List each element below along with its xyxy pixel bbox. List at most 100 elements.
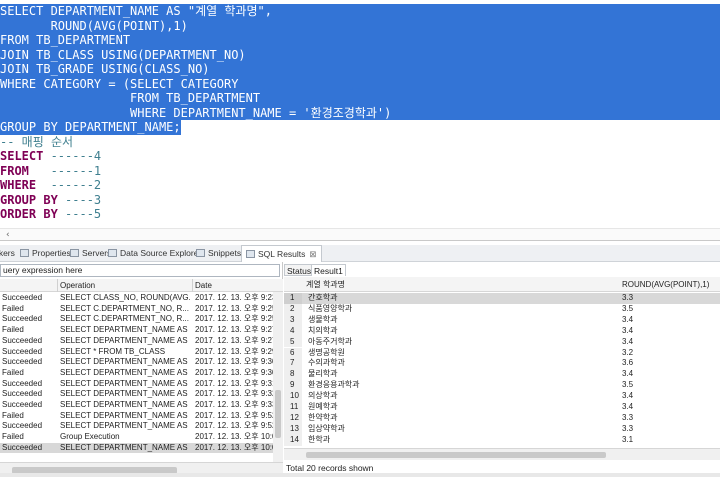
history-row[interactable]: Succeeded SELECT C.DEPARTMENT_NO, R... 201…	[0, 314, 283, 325]
close-icon[interactable]: ⊠	[309, 249, 316, 259]
history-row[interactable]: Failed SELECT DEPARTMENT_NAME AS "계... 201…	[0, 368, 283, 379]
history-status: Failed	[2, 410, 24, 420]
code-line[interactable]: JOIN TB_CLASS USING(DEPARTMENT_NO)	[0, 47, 720, 62]
history-row[interactable]: Failed SELECT C.DEPARTMENT_NO, R... 2017. …	[0, 304, 283, 315]
tab-sql-results[interactable]: SQL Results ⊠	[241, 245, 322, 262]
result-row[interactable]: 3 생물학과 3.4	[284, 314, 720, 326]
result-department-name: 원예학과	[308, 402, 338, 411]
history-row[interactable]: Succeeded SELECT CLASS_NO, ROUND(AVG... 20…	[0, 293, 283, 304]
history-date: 2017. 12. 13. 오후 9:33:	[195, 400, 273, 409]
sql-keyword: ORDER BY	[0, 207, 58, 221]
result-row[interactable]: 7 수의과학과 3.6	[284, 358, 720, 370]
history-row[interactable]: Succeeded SELECT DEPARTMENT_NAME AS "계...…	[0, 336, 283, 347]
result-avg-point: 3.4	[622, 314, 634, 324]
query-filter-input[interactable]: uery expression here	[0, 264, 280, 277]
editor-horizontal-scrollbar[interactable]: ‹	[0, 228, 720, 240]
history-row[interactable]: Succeeded SELECT DEPARTMENT_NAME AS "계...…	[0, 400, 283, 411]
code-line[interactable]: WHERE ------2	[0, 178, 101, 193]
result-avg-point: 3.5	[622, 380, 634, 390]
code-comment[interactable]: -- 매핑 순서	[0, 135, 73, 150]
row-number: 13	[284, 423, 302, 435]
result-row[interactable]: 10 의상학과 3.4	[284, 391, 720, 402]
tab-servers[interactable]: Servers	[70, 245, 111, 262]
tab-data-source-explorer[interactable]: Data Source Explorer	[108, 245, 201, 262]
result-avg-point: 3.2	[622, 347, 634, 357]
result-department-name: 한학과	[308, 434, 331, 444]
code-line[interactable]: GROUP BY ----3	[0, 193, 101, 208]
history-status: Succeeded	[2, 378, 43, 388]
result-row[interactable]: 13 임상약학과 3.3	[284, 423, 720, 435]
result-avg-point: 3.5	[622, 303, 634, 313]
code-line[interactable]: WHERE CATEGORY = (SELECT CATEGORY	[0, 76, 720, 91]
history-row[interactable]: Failed SELECT DEPARTMENT_NAME AS "계... 201…	[0, 325, 283, 336]
history-status: Succeeded	[2, 400, 43, 409]
history-status: Failed	[2, 325, 24, 335]
code-line[interactable]: FROM TB_DEPARTMENT	[0, 33, 720, 48]
history-operation: SELECT DEPARTMENT_NAME AS "계...	[60, 357, 190, 367]
row-number: 9	[284, 380, 302, 392]
results-table-header: 계열 학과명 ROUND(AVG(POINT),1)	[284, 277, 720, 292]
history-row[interactable]: Failed SELECT DEPARTMENT_NAME AS "계... 201…	[0, 411, 283, 422]
tab-snippets[interactable]: Snippets	[196, 245, 241, 262]
result-row[interactable]: 4 치의학과 3.4	[284, 325, 720, 337]
history-operation: SELECT CLASS_NO, ROUND(AVG...	[60, 293, 190, 302]
history-operation: SELECT C.DEPARTMENT_NO, R...	[60, 314, 189, 324]
tab-label: Data Source Explorer	[120, 248, 202, 258]
history-row[interactable]: Succeeded SELECT DEPARTMENT_NAME AS "계...…	[0, 379, 283, 390]
code-line[interactable]: SELECT ------4	[0, 149, 101, 164]
tab-label: Properties	[32, 248, 71, 258]
history-header-operation[interactable]: Operation	[60, 279, 95, 292]
result-row[interactable]: 9 환경응용과학과 3.5	[284, 380, 720, 392]
code-line[interactable]: ROUND(AVG(POINT),1)	[0, 18, 720, 33]
row-number: 7	[284, 358, 302, 370]
history-row[interactable]: Succeeded SELECT DEPARTMENT_NAME AS "계...…	[0, 421, 283, 432]
history-header-date[interactable]: Date	[195, 279, 212, 292]
history-date: 2017. 12. 13. 오후 9:23:	[195, 293, 273, 302]
tab-label: Snippets	[208, 248, 242, 258]
snippets-icon	[196, 249, 205, 257]
history-date: 2017. 12. 13. 오후 9:32:	[195, 389, 273, 399]
result-department-name: 간호학과	[308, 293, 338, 302]
sql-editor[interactable]: SELECT DEPARTMENT_NAME AS "계열 학과명", ROUN…	[0, 0, 720, 240]
history-row[interactable]: Failed Group Execution 2017. 12. 13. 오후 10…	[0, 432, 283, 443]
result-department-name: 임상약학과	[308, 423, 345, 433]
result-row[interactable]: 14 한학과 3.1	[284, 434, 720, 446]
history-date: 2017. 12. 13. 오후 9:27:	[195, 325, 273, 335]
code-line[interactable]: JOIN TB_GRADE USING(CLASS_NO)	[0, 62, 720, 77]
result-row[interactable]: 2 식품영양학과 3.5	[284, 303, 720, 315]
history-row[interactable]: Succeeded SELECT DEPARTMENT_NAME AS "계...…	[0, 357, 283, 368]
history-operation: SELECT DEPARTMENT_NAME AS "계...	[60, 378, 190, 388]
result-department-name: 수의과학과	[308, 358, 345, 368]
tab-result1[interactable]: Result1	[311, 264, 346, 276]
result-row[interactable]: 8 물리학과 3.4	[284, 369, 720, 381]
code-line[interactable]: GROUP BY DEPARTMENT_NAME;	[0, 120, 181, 135]
history-row[interactable]: Succeeded SELECT DEPARTMENT_NAME AS "계...…	[0, 442, 283, 454]
tab-status[interactable]: Status	[284, 264, 315, 276]
result-row[interactable]: 6 생명공학원 3.2	[284, 347, 720, 359]
row-number: 3	[284, 314, 302, 326]
results-header-name[interactable]: 계열 학과명	[306, 277, 345, 292]
history-row[interactable]: Succeeded SELECT DEPARTMENT_NAME AS "계...…	[0, 389, 283, 400]
result-avg-point: 3.3	[622, 423, 634, 433]
results-horizontal-scrollbar[interactable]	[284, 448, 720, 460]
code-line[interactable]: FROM ------1	[0, 164, 101, 179]
code-line[interactable]: ORDER BY ----5	[0, 207, 101, 222]
code-line[interactable]: WHERE DEPARTMENT_NAME = '환경조경학과')	[0, 105, 720, 120]
tab-rkers[interactable]: rkers	[0, 245, 15, 262]
status-bar	[0, 473, 720, 477]
results-header-avg[interactable]: ROUND(AVG(POINT),1)	[622, 277, 709, 292]
result-row[interactable]: 12 한약학과 3.3	[284, 412, 720, 424]
result-row[interactable]: 5 아동주거학과 3.4	[284, 336, 720, 348]
tab-properties[interactable]: Properties	[20, 245, 71, 262]
history-vertical-scrollbar[interactable]	[273, 292, 283, 462]
history-date: 2017. 12. 13. 오후 10:0	[195, 442, 273, 452]
code-line[interactable]: SELECT DEPARTMENT_NAME AS "계열 학과명",	[0, 4, 720, 19]
history-operation: SELECT DEPARTMENT_NAME AS "계...	[60, 335, 190, 345]
result-row[interactable]: 1 간호학과 3.3	[284, 293, 720, 304]
result-avg-point: 3.4	[622, 391, 634, 401]
code-line[interactable]: FROM TB_DEPARTMENT	[0, 91, 720, 106]
history-row[interactable]: Succeeded SELECT * FROM TB_CLASS 2017. 12.…	[0, 347, 283, 358]
tab-label: SQL Results	[258, 249, 306, 259]
result-row[interactable]: 11 원예학과 3.4	[284, 402, 720, 413]
row-number: 14	[284, 434, 302, 446]
